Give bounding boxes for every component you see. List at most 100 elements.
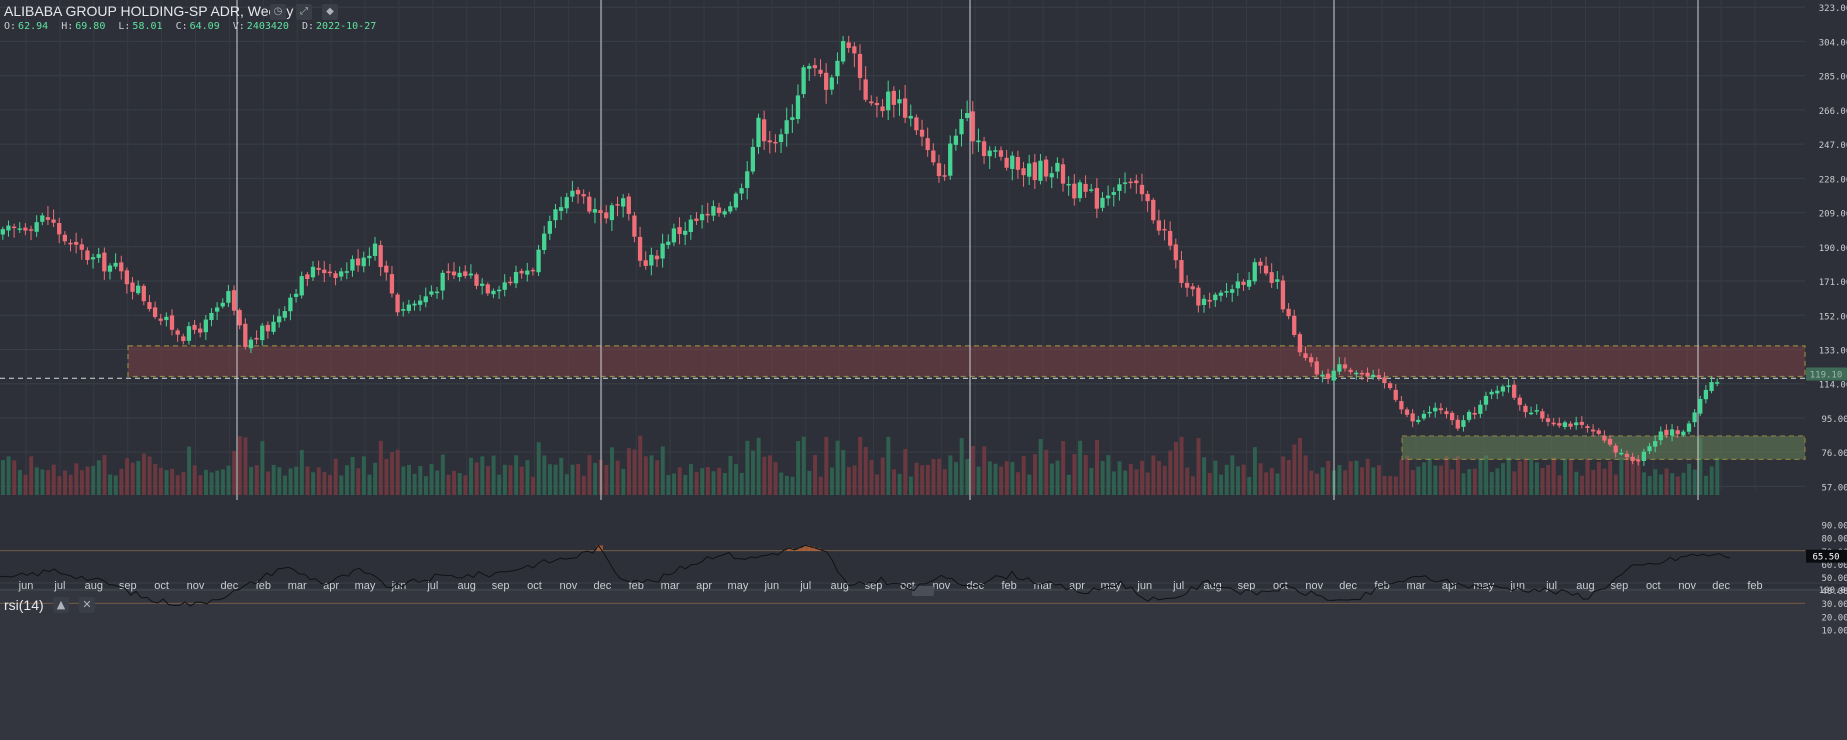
candle-body [1145, 193, 1150, 202]
candle-body [525, 270, 530, 275]
volume-bar [875, 474, 880, 495]
candle-body [282, 311, 287, 318]
candle-body [1495, 390, 1500, 394]
ohlc-key: C: [175, 21, 188, 32]
volume-bar [1326, 460, 1331, 495]
expand-icon[interactable]: ⤢ [296, 4, 312, 20]
candle-body [192, 324, 197, 330]
volume-bar [1495, 468, 1500, 495]
volume-bar [373, 462, 378, 495]
candle-body [1376, 375, 1381, 378]
candle-body [852, 46, 857, 54]
rsi-tick-label: 30.00 [1821, 600, 1847, 610]
volume-bar [1055, 460, 1060, 495]
candle-body [1568, 423, 1573, 427]
volume-bar [367, 474, 372, 495]
candle-body [1004, 157, 1009, 168]
volume-bar [908, 476, 913, 495]
candle-body [152, 307, 158, 318]
volume-bar [1145, 472, 1150, 495]
clock-icon[interactable]: ◷ [270, 4, 286, 20]
price-tick-label: 228.00 [1819, 175, 1847, 185]
volume-bar [548, 464, 552, 495]
volume-bar [305, 466, 310, 495]
volume-bar [474, 462, 479, 495]
candle-body [1303, 353, 1308, 358]
volume-bar [23, 474, 28, 495]
candle-body [637, 236, 643, 261]
time-tick-label: aug [85, 580, 103, 592]
close-icon[interactable]: ✕ [79, 597, 95, 613]
volume-bar [361, 456, 366, 495]
volume-bar [1704, 475, 1709, 495]
volume-bar [779, 472, 784, 495]
volume-bar [604, 464, 609, 495]
candle-body [1168, 231, 1173, 246]
volume-bar [1501, 463, 1506, 495]
candle-body [1393, 389, 1398, 400]
candle-body [660, 243, 665, 259]
candle-body [1399, 401, 1404, 410]
volume-bar [1484, 455, 1489, 495]
arrow-up-icon[interactable]: ▲ [53, 597, 69, 613]
volume-bar [40, 469, 45, 495]
settings-icon[interactable]: ◆ [322, 4, 338, 20]
volume-bar [1038, 438, 1043, 495]
volume-bar [531, 476, 536, 495]
chart-area[interactable]: 323.00 304.00 285.00 266.00 247.00 228.00 209.… [0, 0, 1847, 740]
candle-body [1162, 228, 1167, 231]
candle-body [553, 209, 558, 221]
candle-body [1387, 383, 1393, 389]
ohlc-readout: O: 62.94 H: 69.80 L: 58.01 C: 64.09 V: 240342… [4, 21, 383, 32]
volume-bar [260, 441, 265, 495]
volume-bar [446, 474, 451, 495]
volume-bar [1551, 457, 1556, 495]
candle-body [632, 215, 637, 237]
volume-bar [34, 467, 39, 495]
rsi-tick-label: 90.00 [1821, 522, 1847, 532]
candle-body [1060, 164, 1066, 184]
candle-body [1669, 429, 1675, 436]
volume-bar [198, 475, 203, 495]
candle-body [34, 222, 39, 232]
volume-bar [187, 446, 192, 495]
volume-bar [1066, 474, 1071, 495]
volume-bar [57, 476, 62, 495]
candle-body [367, 255, 372, 259]
candle-body [807, 66, 812, 69]
price-tick-label: 323.00 [1819, 4, 1847, 14]
candle-body [1681, 431, 1686, 436]
candle-body [1636, 459, 1641, 462]
candle-body [609, 205, 615, 221]
candle-body [767, 140, 772, 143]
candle-body [384, 265, 389, 273]
rsi-label: rsi(14) [4, 597, 44, 613]
candle-body [1365, 372, 1370, 377]
rsi-tick-label: 40.00 [1821, 587, 1847, 597]
candle-body [1478, 404, 1483, 414]
candle-body [643, 260, 648, 266]
volume-bar [6, 456, 11, 495]
time-tick-label: apr [696, 580, 712, 592]
volume-bar [1089, 467, 1094, 495]
candle-body [198, 328, 203, 333]
volume-bar [643, 456, 648, 495]
volume-bar [1608, 460, 1613, 495]
candle-body [959, 118, 964, 135]
volume-bar [457, 473, 462, 495]
candle-body [1709, 382, 1714, 392]
candle-body [1111, 192, 1116, 195]
volume-bar [1439, 465, 1443, 495]
candle-body [1032, 162, 1037, 181]
volume-bar [1692, 469, 1697, 495]
volume-bar [925, 464, 930, 495]
candle-body [395, 294, 400, 313]
volume-bar [1625, 457, 1630, 495]
candlestick-chart[interactable]: 323.00 304.00 285.00 266.00 247.00 228.00 209.… [0, 0, 1847, 740]
symbol-title: ALIBABA GROUP HOLDING-SP ADR, Weekly [4, 3, 294, 19]
volume-bar [1190, 476, 1195, 495]
volume-bar [1596, 461, 1601, 495]
candle-body [417, 300, 423, 305]
volume-bar [841, 450, 846, 495]
volume-bar [1320, 467, 1325, 495]
